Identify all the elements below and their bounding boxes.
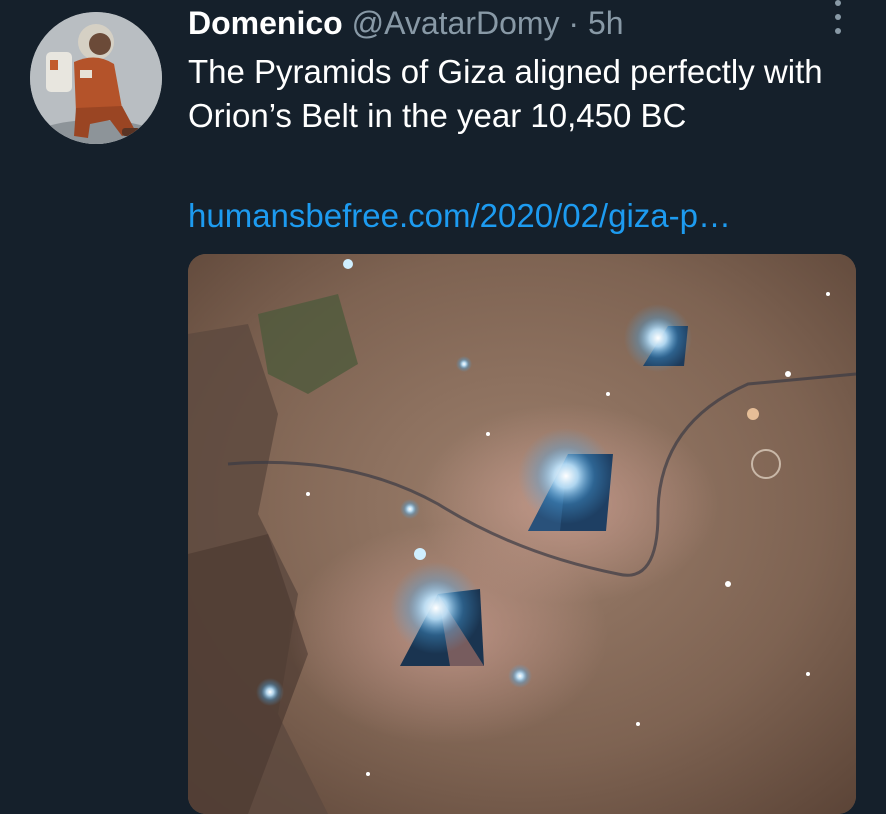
- separator: ·: [568, 5, 580, 41]
- avatar[interactable]: [30, 12, 162, 144]
- tweet-header: Domenico @AvatarDomy · 5h: [188, 4, 624, 42]
- astronaut-avatar-image: [30, 12, 162, 144]
- more-vertical-icon[interactable]: [826, 0, 850, 34]
- tweet-image[interactable]: [188, 254, 856, 814]
- timestamp[interactable]: 5h: [588, 5, 624, 41]
- giza-aerial-photo: [188, 254, 856, 814]
- user-handle[interactable]: @AvatarDomy: [352, 5, 560, 41]
- display-name[interactable]: Domenico: [188, 5, 343, 41]
- tweet-link[interactable]: humansbefree.com/2020/02/giza-p…: [188, 194, 731, 238]
- tweet-text: The Pyramids of Giza aligned perfectly w…: [188, 53, 823, 134]
